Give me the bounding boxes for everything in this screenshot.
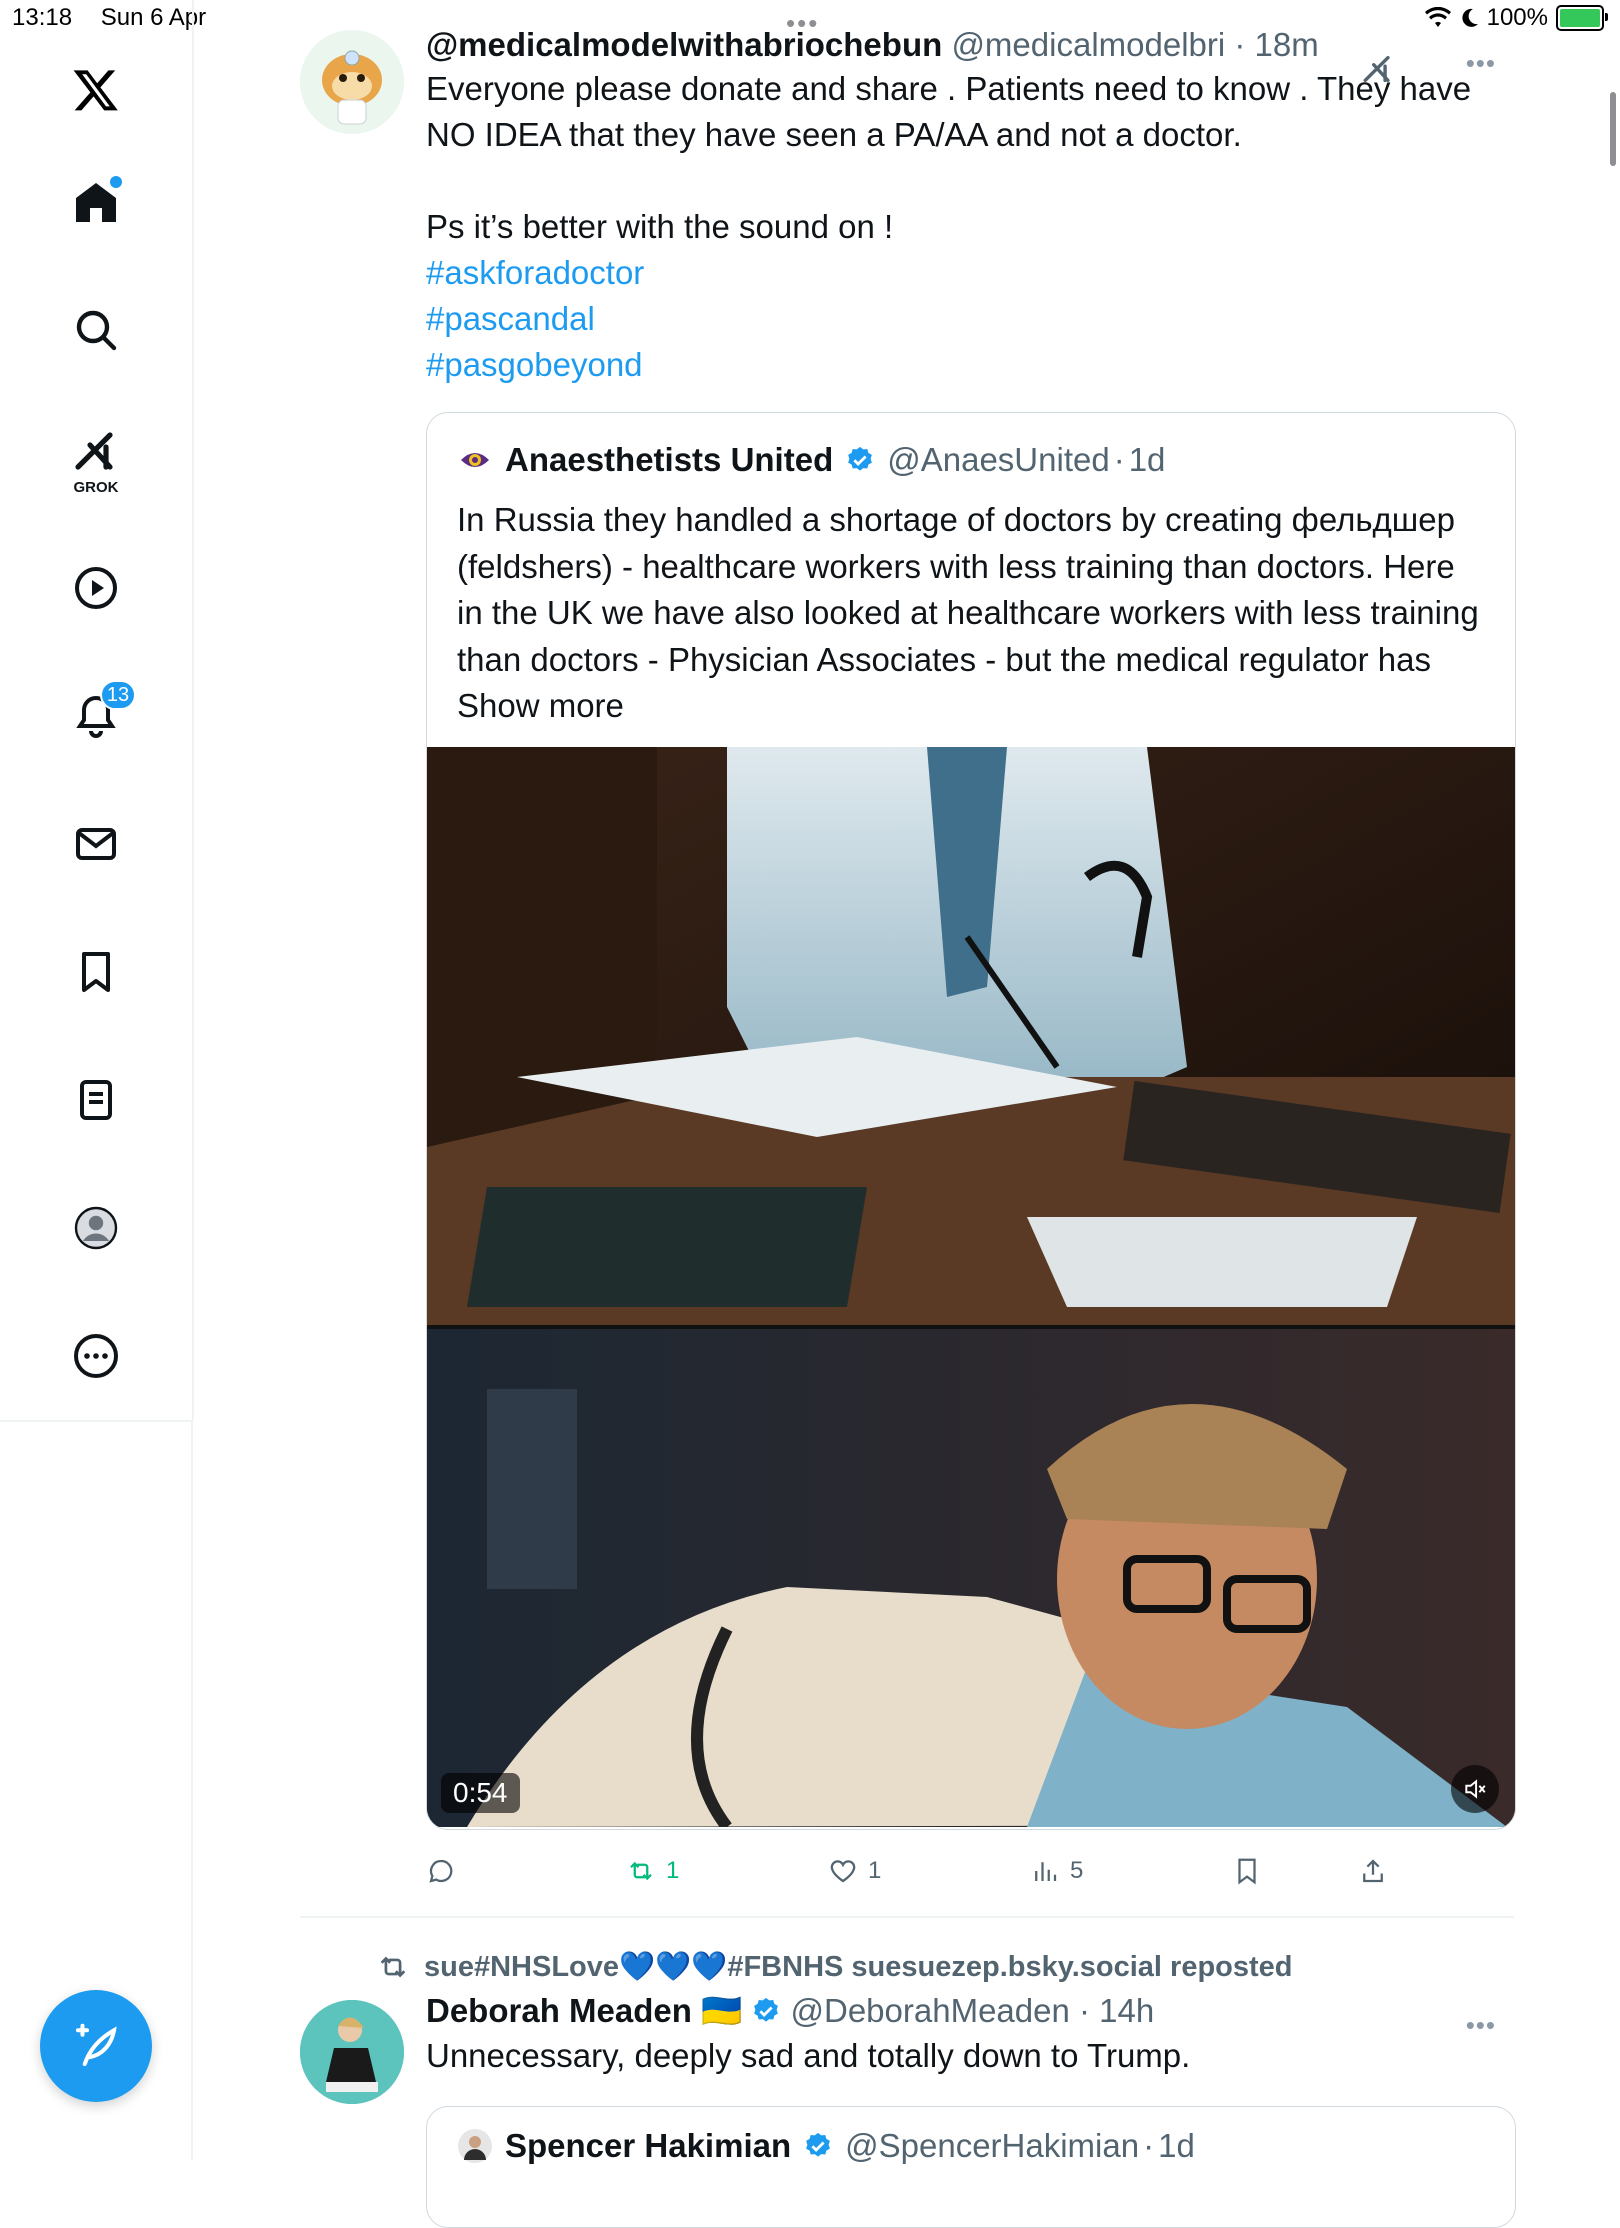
verified-badge-icon xyxy=(754,1997,779,2022)
video-icon[interactable] xyxy=(56,548,136,628)
views-chart-icon xyxy=(1035,1862,1057,1881)
tweet-header: @medicalmodelwithabriochebun @medicalmod… xyxy=(426,26,1319,63)
hashtag-link[interactable]: #askforadoctor xyxy=(426,250,1514,296)
quote-display-name[interactable]: Anaesthetists United xyxy=(505,441,833,479)
compose-button[interactable] xyxy=(40,1990,152,2102)
reply-button[interactable] xyxy=(426,1856,466,1886)
notifications-badge: 13 xyxy=(100,680,136,710)
more-options-icon[interactable]: ••• xyxy=(1466,2010,1496,2041)
repost-count: 1 xyxy=(666,1857,680,1884)
share-icon xyxy=(1363,1859,1383,1883)
like-button[interactable]: 1 xyxy=(828,1856,881,1886)
home-icon[interactable] xyxy=(56,162,136,242)
more-options-icon[interactable]: ••• xyxy=(1466,48,1496,79)
quote-body: In Russia they handled a shortage of doc… xyxy=(457,501,1479,678)
tweet-header: Deborah Meaden 🇺🇦 @DeborahMeaden · 14h xyxy=(426,1992,1155,2029)
display-name[interactable]: Deborah Meaden 🇺🇦 xyxy=(426,1992,742,2029)
avatar[interactable] xyxy=(300,2000,404,2104)
video-duration: 0:54 xyxy=(441,1773,520,1813)
handle[interactable]: @medicalmodelbri xyxy=(951,26,1225,63)
quote-timestamp[interactable]: 1d xyxy=(1158,2127,1195,2165)
display-name[interactable]: @medicalmodelwithabriochebun xyxy=(426,26,942,63)
quote-header: Spencer Hakimian @SpencerHakimian · 1d xyxy=(457,2127,1195,2165)
video-frame-top xyxy=(427,747,1515,1325)
quote-timestamp[interactable]: 1d xyxy=(1129,441,1166,479)
views-count: 5 xyxy=(1070,1857,1084,1884)
notifications-icon[interactable]: 13 xyxy=(56,676,136,756)
hashtag-link[interactable]: #pascandal xyxy=(426,296,1514,342)
quote-display-name[interactable]: Spencer Hakimian xyxy=(505,2127,791,2165)
quote-handle[interactable]: @AnaesUnited xyxy=(887,441,1109,479)
video-frame-bottom xyxy=(427,1329,1515,1827)
avatar[interactable] xyxy=(300,30,404,134)
tweet-text: Everyone please donate and share . Patie… xyxy=(426,70,1472,245)
lists-icon[interactable] xyxy=(56,1060,136,1140)
sidebar-divider xyxy=(0,1420,192,1422)
bookmarks-icon[interactable] xyxy=(56,932,136,1012)
reposted-by-text: sue#NHSLove💙💙💙#FBNHS suesuezep.bsky.soci… xyxy=(424,1951,1293,1983)
timestamp[interactable]: 14h xyxy=(1099,1992,1154,2029)
verified-badge-icon xyxy=(848,446,873,471)
quote-avatar-icon[interactable] xyxy=(457,442,493,478)
grok-label: GROK xyxy=(73,479,119,496)
views-button[interactable]: 5 xyxy=(1030,1856,1083,1886)
messages-icon[interactable] xyxy=(56,804,136,884)
like-count: 1 xyxy=(868,1857,882,1884)
quote-header: Anaesthetists United @AnaesUnited · 1d xyxy=(457,441,1165,479)
verified-badge-icon xyxy=(806,2132,830,2157)
repost-icon xyxy=(380,1956,406,1978)
more-icon[interactable] xyxy=(56,1316,136,1396)
home-unread-dot xyxy=(110,176,122,188)
grok-icon[interactable]: GROK xyxy=(56,418,136,498)
repost-button[interactable]: 1 xyxy=(626,1856,679,1886)
tweet-divider xyxy=(300,1916,1514,1918)
sidebar-edge xyxy=(191,1420,193,2160)
quote-text: In Russia they handled a shortage of doc… xyxy=(457,497,1487,730)
battery-icon xyxy=(1556,5,1608,31)
muted-speaker-icon xyxy=(1465,1779,1486,1799)
search-icon[interactable] xyxy=(56,290,136,370)
scrollbar[interactable] xyxy=(1610,92,1616,166)
reply-icon xyxy=(429,1859,453,1883)
quoted-tweet[interactable]: Anaesthetists United @AnaesUnited · 1d In … xyxy=(426,412,1516,1830)
battery-level xyxy=(1560,9,1600,27)
quote-avatar-icon[interactable] xyxy=(457,2128,493,2164)
handle[interactable]: @DeborahMeaden xyxy=(791,1992,1070,2029)
tweet-actions: 1 1 5 xyxy=(426,1856,1514,1906)
heart-icon xyxy=(830,1860,856,1883)
compose-feather-icon xyxy=(75,2023,117,2067)
reposted-by-line[interactable]: sue#NHSLove💙💙💙#FBNHS suesuezep.bsky.soci… xyxy=(376,1950,1293,1984)
mute-button[interactable] xyxy=(1451,1765,1499,1813)
bookmark-button[interactable] xyxy=(1232,1856,1262,1886)
video-player[interactable]: 0:54 xyxy=(427,747,1515,1827)
tweet-1[interactable]: @medicalmodelwithabriochebun @medicalmod… xyxy=(300,26,1516,1906)
timestamp[interactable]: 18m xyxy=(1255,26,1319,63)
profile-icon[interactable] xyxy=(56,1188,136,1268)
x-logo-icon[interactable] xyxy=(56,50,136,130)
tweet-text: Unnecessary, deeply sad and totally down… xyxy=(426,2037,1191,2074)
share-button[interactable] xyxy=(1358,1856,1388,1886)
show-more-link[interactable]: Show more xyxy=(457,687,624,724)
grok-watermark-icon xyxy=(1360,52,1396,91)
bookmark-icon xyxy=(1238,1858,1256,1885)
hashtag-link[interactable]: #pasgobeyond xyxy=(426,342,1514,388)
repost-icon xyxy=(630,1861,652,1881)
tweet-2[interactable]: Deborah Meaden 🇺🇦 @DeborahMeaden · 14h U… xyxy=(300,1992,1516,2228)
sidebar: GROK 13 xyxy=(0,0,194,1420)
quoted-tweet[interactable]: Spencer Hakimian @SpencerHakimian · 1d xyxy=(426,2106,1516,2228)
quote-handle[interactable]: @SpencerHakimian xyxy=(845,2127,1139,2165)
